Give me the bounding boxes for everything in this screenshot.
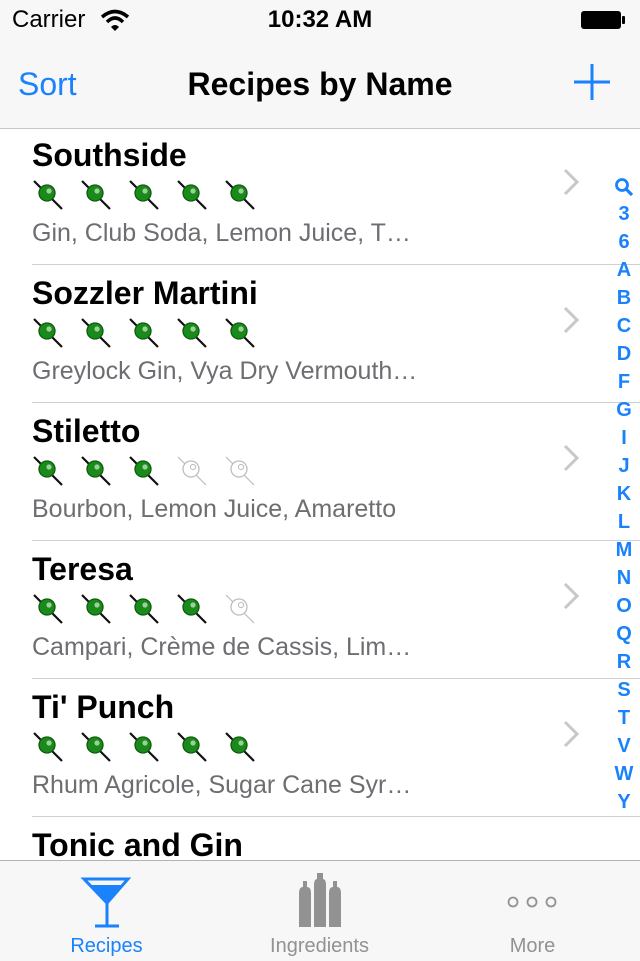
index-letter[interactable]: S [608, 676, 640, 704]
recipe-name: Southside [32, 137, 187, 173]
more-dots-icon [507, 896, 557, 908]
recipe-ingredients: Gin, Club Soda, Lemon Juice, T… [32, 219, 411, 247]
chevron-right-icon [563, 168, 580, 196]
olive-filled-icon [129, 180, 159, 210]
cocktail-glass-icon [80, 877, 132, 928]
index-letter[interactable]: M [608, 536, 640, 564]
index-letter[interactable]: Q [608, 620, 640, 648]
olive-filled-icon [129, 732, 159, 762]
bottles-icon [299, 873, 341, 927]
chevron-right-icon [563, 306, 580, 334]
recipe-name: Tonic and Gin [32, 827, 243, 860]
tab-more[interactable]: More [426, 861, 639, 961]
index-letter[interactable]: N [608, 564, 640, 592]
olive-filled-icon [129, 318, 159, 348]
olive-filled-icon [225, 318, 255, 348]
recipe-row[interactable]: Teresa Campari, Crème de Cassis, Lim… [0, 541, 640, 679]
recipe-ingredients: Rhum Agricole, Sugar Cane Syr… [32, 771, 412, 799]
index-letter[interactable]: B [608, 284, 640, 312]
index-letter[interactable]: J [608, 452, 640, 480]
recipe-row[interactable]: Stiletto Bourbon, Lemon Juice, Amaretto [0, 403, 640, 541]
olive-filled-icon [129, 594, 159, 624]
index-letter[interactable]: I [608, 424, 640, 452]
chevron-right-icon [563, 582, 580, 610]
olive-filled-icon [225, 732, 255, 762]
olive-filled-icon [81, 456, 111, 486]
index-letter[interactable]: L [608, 508, 640, 536]
index-letter[interactable]: D [608, 340, 640, 368]
index-letter[interactable]: 6 [608, 228, 640, 256]
index-letter[interactable]: 3 [608, 200, 640, 228]
olive-filled-icon [177, 180, 207, 210]
recipe-name: Stiletto [32, 413, 141, 449]
olive-filled-icon [129, 456, 159, 486]
index-letter[interactable]: C [608, 312, 640, 340]
index-letter[interactable]: A [608, 256, 640, 284]
olive-filled-icon [81, 180, 111, 210]
olive-filled-icon [81, 318, 111, 348]
index-letter[interactable]: W [608, 760, 640, 788]
tab-label-more: More [509, 935, 556, 957]
tab-label-ingredients: Ingredients [270, 935, 369, 957]
olive-filled-icon [33, 318, 63, 348]
add-recipe-button[interactable] [570, 60, 614, 104]
chevron-right-icon [563, 720, 580, 748]
tab-ingredients[interactable]: Ingredients [213, 861, 426, 961]
olive-filled-icon [177, 594, 207, 624]
recipe-name: Ti' Punch [32, 689, 175, 725]
olive-filled-icon [33, 180, 63, 210]
chevron-right-icon [563, 444, 580, 472]
olive-empty-icon [225, 456, 255, 486]
olive-filled-icon [33, 456, 63, 486]
recipe-name: Teresa [32, 551, 133, 587]
status-bar: Carrier 10:32 AM [0, 0, 640, 40]
olive-filled-icon [225, 180, 255, 210]
olive-empty-icon [225, 594, 255, 624]
recipe-list[interactable]: Southside Gin, Club Soda, Lemon Juice, T…… [0, 129, 640, 860]
index-letter[interactable]: G [608, 396, 640, 424]
index-letter[interactable]: O [608, 592, 640, 620]
recipe-name: Sozzler Martini [32, 275, 258, 311]
tab-label-recipes: Recipes [70, 935, 143, 957]
status-time: 10:32 AM [267, 6, 373, 33]
recipe-row[interactable]: Southside Gin, Club Soda, Lemon Juice, T… [0, 129, 640, 265]
tab-recipes[interactable]: Recipes [0, 861, 213, 961]
page-title: Recipes by Name [187, 66, 453, 102]
index-letter[interactable]: T [608, 704, 640, 732]
recipe-ingredients: Bourbon, Lemon Juice, Amaretto [32, 495, 397, 523]
olive-filled-icon [33, 732, 63, 762]
index-letter[interactable]: F [608, 368, 640, 396]
index-letter[interactable]: V [608, 732, 640, 760]
plus-icon [574, 64, 610, 100]
index-letter[interactable]: R [608, 648, 640, 676]
olive-filled-icon [177, 732, 207, 762]
index-letter[interactable]: Y [608, 788, 640, 816]
recipe-ingredients: Campari, Crème de Cassis, Lim… [32, 633, 412, 661]
recipe-row[interactable]: Sozzler Martini Greylock Gin, Vya Dry Ver… [0, 265, 640, 403]
recipe-ingredients: Greylock Gin, Vya Dry Vermouth… [32, 357, 418, 385]
olive-filled-icon [81, 732, 111, 762]
tab-bar: Recipes Ingredients More [0, 860, 640, 961]
navigation-bar: Sort Recipes by Name [0, 40, 640, 129]
olive-filled-icon [33, 594, 63, 624]
index-letter[interactable]: K [608, 480, 640, 508]
recipe-row[interactable]: Tonic and Gin [0, 817, 640, 860]
olive-empty-icon [177, 456, 207, 486]
section-index[interactable]: 36ABCDFGIJKLMNOQRSTVWY [608, 172, 640, 816]
recipe-row[interactable]: Ti' Punch Rhum Agricole, Sugar Cane Syr… [0, 679, 640, 817]
index-search-icon[interactable] [608, 172, 640, 200]
battery-icon [581, 11, 625, 29]
olive-filled-icon [177, 318, 207, 348]
olive-filled-icon [81, 594, 111, 624]
